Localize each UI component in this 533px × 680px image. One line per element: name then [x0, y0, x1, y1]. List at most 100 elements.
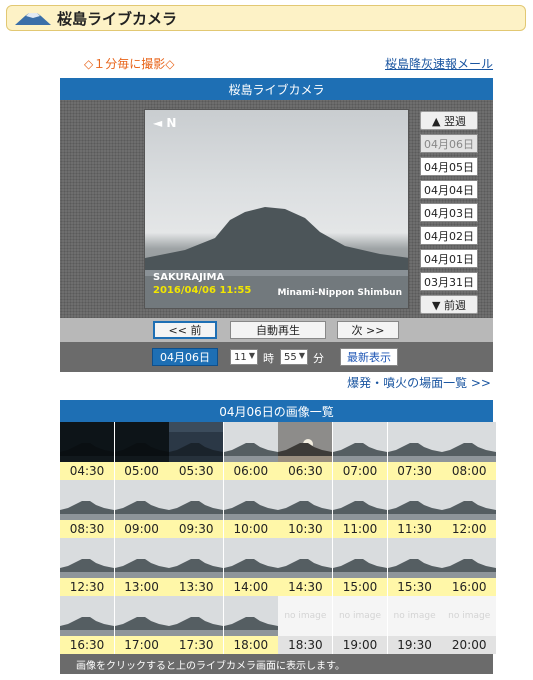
gallery-thumbnail[interactable] — [223, 538, 278, 578]
interval-note: ◇１分毎に撮影◇ — [84, 57, 175, 71]
gallery-time-label: 08:00 — [442, 462, 497, 480]
day-button-0402[interactable]: 04月02日 — [420, 226, 478, 245]
gallery-thumbnail[interactable] — [114, 596, 169, 636]
show-latest-button[interactable]: 最新表示 — [340, 348, 398, 366]
prev-week-button[interactable]: ▼ 前週 — [420, 295, 478, 314]
gallery-cell[interactable]: 13:30 — [169, 538, 224, 596]
gallery-thumbnail[interactable] — [387, 480, 442, 520]
gallery-thumbnail[interactable] — [278, 422, 333, 462]
gallery-time-label: 12:30 — [60, 578, 114, 596]
gallery-thumbnail[interactable] — [387, 538, 442, 578]
gallery-thumbnail[interactable] — [442, 538, 497, 578]
prev-frame-button[interactable]: << 前 — [153, 321, 217, 339]
gallery-thumbnail[interactable] — [333, 480, 387, 520]
gallery-cell[interactable]: 08:00 — [442, 422, 497, 480]
gallery-thumbnail[interactable] — [333, 538, 387, 578]
gallery-cell[interactable]: 11:00 — [333, 480, 387, 538]
next-frame-button[interactable]: 次 >> — [337, 321, 399, 339]
image-gallery: 04:30 05:00 05:30 06:00 06:30 07:00 07:30 08:00… — [60, 422, 497, 654]
gallery-thumbnail[interactable] — [278, 480, 333, 520]
gallery-cell[interactable]: 05:30 — [169, 422, 224, 480]
gallery-thumbnail[interactable] — [278, 538, 333, 578]
gallery-cell[interactable]: 10:30 — [278, 480, 333, 538]
day-button-0405[interactable]: 04月05日 — [420, 157, 478, 176]
day-button-0331[interactable]: 03月31日 — [420, 272, 478, 291]
camera-panel-title: 桜島ライブカメラ — [60, 78, 493, 100]
camera-timestamp: 2016/04/06 11:55 — [153, 285, 252, 296]
gallery-cell[interactable]: 15:00 — [333, 538, 387, 596]
autoplay-button[interactable]: 自動再生 — [230, 321, 326, 339]
gallery-cell[interactable]: 07:00 — [333, 422, 387, 480]
gallery-cell[interactable]: no image 19:30 — [387, 596, 442, 654]
playback-controls: << 前 自動再生 次 >> — [60, 318, 493, 342]
selected-date-field[interactable]: 04月06日 — [152, 348, 218, 366]
gallery-cell[interactable]: 07:30 — [387, 422, 442, 480]
gallery-cell[interactable]: no image 18:30 — [278, 596, 333, 654]
gallery-thumbnail[interactable] — [169, 596, 224, 636]
gallery-cell[interactable]: 15:30 — [387, 538, 442, 596]
gallery-cell[interactable]: 18:00 — [223, 596, 278, 654]
gallery-thumbnail[interactable] — [442, 422, 497, 462]
gallery-cell[interactable]: 17:00 — [114, 596, 169, 654]
gallery-cell[interactable]: no image 20:00 — [442, 596, 497, 654]
no-image-placeholder: no image — [278, 596, 333, 636]
gallery-time-label: 11:00 — [333, 520, 387, 538]
gallery-thumbnail[interactable] — [114, 480, 169, 520]
gallery-thumbnail[interactable] — [114, 538, 169, 578]
eruption-scenes-link[interactable]: 爆発・噴火の場面一覧 >> — [347, 374, 491, 391]
gallery-thumbnail[interactable] — [169, 480, 224, 520]
gallery-cell[interactable]: 12:30 — [60, 538, 114, 596]
gallery-cell[interactable]: 08:30 — [60, 480, 114, 538]
gallery-thumbnail[interactable] — [60, 538, 114, 578]
next-week-button[interactable]: ▲ 翌週 — [420, 111, 478, 130]
hour-select[interactable]: 11 ▼ — [230, 349, 258, 365]
gallery-cell[interactable]: 17:30 — [169, 596, 224, 654]
gallery-thumbnail[interactable] — [223, 596, 278, 636]
gallery-thumbnail[interactable] — [114, 422, 169, 462]
gallery-thumbnail[interactable] — [60, 480, 114, 520]
gallery-thumbnail[interactable] — [60, 422, 114, 462]
gallery-cell[interactable]: 09:30 — [169, 480, 224, 538]
gallery-cell[interactable]: 04:30 — [60, 422, 114, 480]
gallery-cell[interactable]: 09:00 — [114, 480, 169, 538]
day-button-0404[interactable]: 04月04日 — [420, 180, 478, 199]
gallery-cell[interactable]: 06:00 — [223, 422, 278, 480]
live-camera-image[interactable]: ◄ N SAKURAJIMA 2016/04/06 11:55 Minami-N… — [144, 109, 409, 309]
gallery-cell[interactable]: 11:30 — [387, 480, 442, 538]
gallery-cell[interactable]: 16:00 — [442, 538, 497, 596]
gallery-time-label: 07:00 — [333, 462, 387, 480]
gallery-thumbnail[interactable] — [169, 538, 224, 578]
gallery-cell[interactable]: 14:00 — [223, 538, 278, 596]
day-button-0401[interactable]: 04月01日 — [420, 249, 478, 268]
gallery-thumbnail[interactable] — [169, 422, 224, 462]
gallery-cell[interactable]: 05:00 — [114, 422, 169, 480]
gallery-thumbnail[interactable] — [333, 422, 387, 462]
gallery-cell[interactable]: 10:00 — [223, 480, 278, 538]
gallery-time-label: 05:30 — [169, 462, 224, 480]
gallery-time-label: 11:30 — [387, 520, 442, 538]
gallery-time-label: 09:30 — [169, 520, 224, 538]
gallery-footer-note: 画像をクリックすると上のライブカメラ画面に表示します。 — [60, 654, 493, 674]
day-button-0406[interactable]: 04月06日 — [420, 134, 478, 153]
ashfall-mail-link[interactable]: 桜島降灰速報メール — [385, 55, 493, 72]
gallery-thumbnail[interactable] — [442, 480, 497, 520]
gallery-thumbnail[interactable] — [223, 422, 278, 462]
gallery-time-label: 18:30 — [278, 636, 333, 654]
gallery-thumbnail[interactable] — [387, 422, 442, 462]
page-title: 桜島ライブカメラ — [57, 9, 178, 28]
gallery-time-label: 14:00 — [223, 578, 278, 596]
gallery-thumbnail[interactable] — [223, 480, 278, 520]
gallery-cell[interactable]: 13:00 — [114, 538, 169, 596]
camera-panel: ◄ N SAKURAJIMA 2016/04/06 11:55 Minami-N… — [60, 100, 493, 318]
north-direction-indicator: ◄ N — [153, 116, 177, 130]
gallery-cell[interactable]: no image 19:00 — [333, 596, 387, 654]
gallery-thumbnail[interactable] — [60, 596, 114, 636]
gallery-cell[interactable]: 06:30 — [278, 422, 333, 480]
gallery-cell[interactable]: 12:00 — [442, 480, 497, 538]
gallery-cell[interactable]: 16:30 — [60, 596, 114, 654]
gallery-time-label: 09:00 — [114, 520, 169, 538]
day-button-0403[interactable]: 04月03日 — [420, 203, 478, 222]
minute-select[interactable]: 55 ▼ — [280, 349, 308, 365]
gallery-cell[interactable]: 14:30 — [278, 538, 333, 596]
gallery-time-label: 14:30 — [278, 578, 333, 596]
